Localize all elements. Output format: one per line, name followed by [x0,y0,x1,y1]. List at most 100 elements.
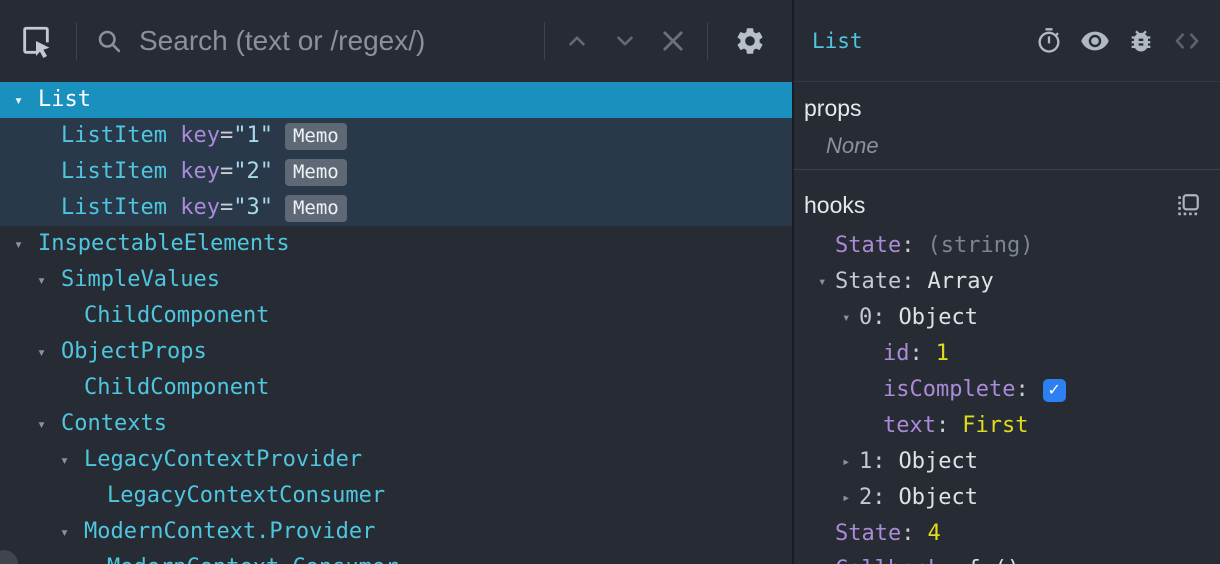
tree-row[interactable]: ChildComponent [0,298,792,334]
component-name-label: ModernContext.Provider [84,519,376,544]
tree-row[interactable]: ▾ List [0,82,792,118]
hook-row[interactable]: Callback: ƒ () [794,552,1220,564]
component-name-label: ObjectProps [61,339,207,364]
hook-colon: : [872,449,886,474]
inspect-element-button[interactable] [8,13,64,69]
props-title: props [804,95,862,121]
hook-name: isComplete [883,377,1016,402]
tree-row[interactable]: ChildComponent [0,370,792,406]
search-input[interactable] [139,11,544,71]
component-name-label: LegacyContextProvider [84,447,363,472]
tree-row[interactable]: ▾ SimpleValues [0,262,792,298]
hook-value: ƒ () [967,552,1020,564]
inspected-element-header: List [794,0,1220,82]
expand-arrow-icon[interactable]: ▾ [842,300,859,336]
hook-name: 0 [859,305,873,330]
hook-colon: : [901,269,915,294]
search-bar [77,11,544,71]
tree-row[interactable]: ▾ ObjectProps [0,334,792,370]
tree-row[interactable]: ▾ Contexts [0,406,792,442]
component-name-label: List [38,87,91,112]
hook-colon: : [872,485,886,510]
key-attribute-value: "3" [233,195,273,220]
parse-hook-names-button[interactable] [1170,188,1206,222]
tree-row[interactable]: ▾ InspectableElements [0,226,792,262]
key-equals: = [219,123,234,148]
tree-row[interactable]: ▾ ModernContext.Provider [0,514,792,550]
toolbar-divider [707,22,708,60]
expand-arrow-icon[interactable]: ▾ [37,406,61,442]
component-name-label: ChildComponent [84,375,270,400]
tree-row[interactable]: ListItem key = "1" Memo [0,118,792,154]
hook-names-icon [1175,192,1201,218]
hooks-title: hooks [804,191,866,218]
hook-value: Array [927,269,994,294]
chevron-up-icon [564,28,590,54]
toolbar-divider [544,22,545,60]
settings-button[interactable] [724,13,776,69]
inspect-dom-button[interactable] [1072,16,1118,66]
hook-row[interactable]: isComplete: ✓ [794,372,1220,408]
is-complete-checkbox[interactable]: ✓ [1042,378,1066,402]
hook-name: State [835,233,902,258]
tree-row[interactable]: ModernContext.Consumer [0,550,792,564]
key-attribute-value: "1" [233,123,273,148]
tree-row[interactable]: LegacyContextConsumer [0,478,792,514]
hook-colon: : [941,552,954,564]
hooks-list: State: (string) ▾ State: Array ▾ 0: Object id:1 i… [794,228,1220,564]
hook-value: (string) [927,233,1034,258]
expand-arrow-icon[interactable]: ▾ [37,262,61,298]
component-name-label: ListItem [61,123,167,148]
expand-arrow-icon[interactable]: ▾ [14,82,38,118]
hook-row[interactable]: text: First [794,408,1220,444]
stopwatch-icon [1035,27,1063,55]
search-next-button[interactable] [601,13,649,69]
hook-value: Object [898,485,978,510]
tree-row[interactable]: ListItem key = "3" Memo [0,190,792,226]
hook-value: 1 [935,341,949,366]
hook-colon: : [901,521,915,546]
component-tree-panel: ▾ListListItem key="1"MemoListItem key="2… [0,0,792,564]
inspected-element-panel: List props None hooks State: (string) ▾… [792,0,1220,564]
hook-row[interactable]: ▾ 0: Object [794,300,1220,336]
expand-arrow-icon[interactable]: ▸ [842,480,859,516]
hook-value: 4 [927,521,941,546]
hook-colon: : [901,233,915,258]
component-name-label: InspectableElements [38,231,290,256]
hook-row[interactable]: ▸ 1: Object [794,444,1220,480]
expand-arrow-icon[interactable]: ▾ [14,226,38,262]
hook-value: Object [898,449,978,474]
chevron-down-icon [612,28,638,54]
hook-row[interactable]: ▾ State: Array [794,264,1220,300]
eye-icon [1080,26,1110,56]
suspense-timer-button[interactable] [1026,16,1072,66]
search-prev-button[interactable] [553,13,601,69]
hook-name: text [883,413,936,438]
tree-row[interactable]: ▾ LegacyContextProvider [0,442,792,478]
expand-arrow-icon[interactable]: ▸ [842,444,859,480]
close-icon [659,27,687,55]
expand-arrow-icon[interactable]: ▾ [60,442,84,478]
react-devtools-components-panel: ▾ListListItem key="1"MemoListItem key="2… [0,0,1220,564]
search-icon [95,27,123,55]
expand-arrow-icon[interactable]: ▾ [60,514,84,550]
log-component-button[interactable] [1118,16,1164,66]
hook-name: 2 [859,485,873,510]
component-tree[interactable]: ▾ List ListItem key = "1" Memo ListItem key = "2… [0,82,792,564]
key-attribute-value: "2" [233,159,273,184]
tree-row[interactable]: ListItem key = "2" Memo [0,154,792,190]
component-name-label: ModernContext.Consumer [107,550,398,564]
hook-colon: : [909,341,923,366]
search-clear-button[interactable] [649,13,697,69]
hook-row[interactable]: id:1 [794,336,1220,372]
view-source-button[interactable] [1164,16,1210,66]
hook-row[interactable]: State: (string) [794,228,1220,264]
hook-row[interactable]: State:4 [794,516,1220,552]
hook-row[interactable]: ▸ 2: Object [794,480,1220,516]
hook-colon: : [935,413,950,438]
hook-name: 1 [859,449,873,474]
component-name-label: LegacyContextConsumer [107,483,386,508]
props-section: props None [794,82,1220,170]
expand-arrow-icon[interactable]: ▾ [37,334,61,370]
expand-arrow-icon[interactable]: ▾ [818,264,835,300]
